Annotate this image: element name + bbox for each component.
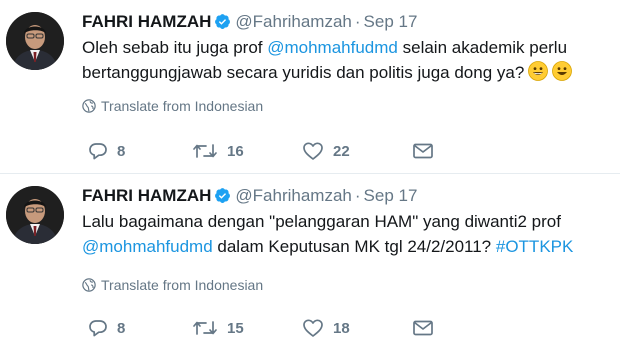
tweet[interactable]: FAHRI HAMZAH @Fahrihamzah · Sep 17 Lalu bag…: [0, 174, 620, 347]
retweet-count: 16: [227, 142, 244, 160]
like-count: 22: [333, 142, 350, 160]
reply-button[interactable]: 8: [88, 315, 125, 341]
translate-link[interactable]: Translate from Indonesian: [82, 98, 263, 114]
separator-dot: ·: [354, 186, 361, 205]
retweet-icon: [193, 321, 217, 335]
direct-message-icon: [413, 320, 433, 336]
retweet-button[interactable]: 16: [192, 138, 244, 164]
tweet-date[interactable]: Sep 17: [364, 12, 418, 31]
tweet-header: FAHRI HAMZAH @Fahrihamzah · Sep 17: [82, 185, 417, 210]
author-name[interactable]: FAHRI HAMZAH: [82, 186, 211, 205]
author-name[interactable]: FAHRI HAMZAH: [82, 12, 211, 31]
text-segment: Lalu bagaimana dengan "pelanggaran HAM" …: [82, 212, 561, 231]
text-segment: dalam Keputusan MK tgl 24/2/2011?: [212, 236, 496, 256]
profile-photo-icon: [6, 12, 64, 70]
grinning-face-emoji-icon: [552, 60, 573, 89]
author-handle[interactable]: @Fahrihamzah: [235, 186, 351, 205]
reply-button[interactable]: 8: [88, 138, 125, 164]
translate-label: Translate from Indonesian: [101, 98, 264, 114]
direct-message-button[interactable]: [412, 138, 434, 164]
hashtag-link[interactable]: #OTTKPK: [496, 237, 573, 256]
like-count: 18: [333, 319, 350, 337]
text-segment: Oleh sebab itu juga prof: [82, 38, 268, 57]
retweet-count: 15: [227, 319, 244, 337]
avatar[interactable]: [6, 12, 64, 70]
translate-link[interactable]: Translate from Indonesian: [82, 277, 263, 293]
tweet-date[interactable]: Sep 17: [364, 186, 418, 205]
retweet-button[interactable]: 15: [192, 315, 244, 341]
globe-icon: [82, 278, 96, 292]
text-segment: bertanggungjawab secara yuridis dan poli…: [82, 62, 525, 82]
mention-link[interactable]: @mohmahfudmd: [82, 237, 213, 256]
tweet-text: Oleh sebab itu juga prof @mohmahfudmd se…: [82, 36, 620, 88]
reply-count: 8: [117, 319, 126, 337]
avatar[interactable]: [6, 186, 64, 244]
reply-count: 8: [117, 142, 126, 160]
like-button[interactable]: 18: [302, 315, 350, 341]
reply-icon: [89, 320, 107, 337]
like-heart-icon: [303, 142, 323, 160]
text-segment: selain akademik perlu: [397, 38, 568, 57]
tweet-actions: 8 15 18: [82, 315, 620, 341]
grinning-face-emoji-icon: [528, 60, 549, 89]
retweet-icon: [193, 144, 217, 158]
direct-message-button[interactable]: [412, 315, 434, 341]
translate-label: Translate from Indonesian: [101, 277, 264, 293]
tweet-text: Lalu bagaimana dengan "pelanggaran HAM" …: [82, 210, 620, 259]
like-button[interactable]: 22: [302, 138, 350, 164]
verified-badge-icon: [214, 187, 231, 210]
globe-icon: [82, 99, 96, 113]
direct-message-icon: [413, 143, 433, 159]
author-handle[interactable]: @Fahrihamzah: [235, 12, 351, 31]
verified-badge-icon: [214, 13, 231, 36]
profile-photo-icon: [6, 186, 64, 244]
mention-link[interactable]: @mohmahfudmd: [267, 38, 398, 57]
tweet-header: FAHRI HAMZAH @Fahrihamzah · Sep 17: [82, 11, 417, 36]
reply-icon: [89, 143, 107, 160]
like-heart-icon: [303, 319, 323, 337]
separator-dot: ·: [354, 12, 361, 31]
tweet[interactable]: FAHRI HAMZAH @Fahrihamzah · Sep 17 Oleh seb…: [0, 0, 620, 173]
tweet-actions: 8 16 22: [82, 138, 620, 164]
